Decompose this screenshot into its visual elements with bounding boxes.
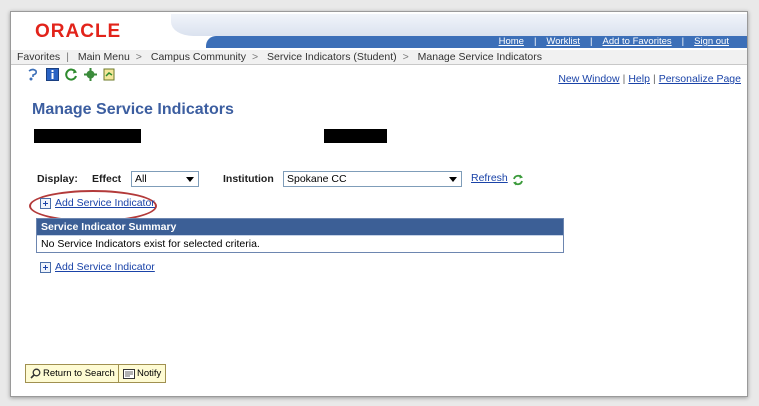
chevron-right-icon: > — [135, 51, 142, 63]
add-service-indicator-link[interactable]: Add Service Indicator — [55, 197, 155, 209]
plus-icon[interactable] — [40, 261, 51, 273]
grid-title: Service Indicator Summary — [37, 219, 563, 235]
divider: | — [622, 73, 626, 85]
filter-row: Display: Effect All Institution Spokane … — [11, 171, 747, 189]
home-link[interactable]: Home — [489, 36, 534, 48]
info-icon[interactable] — [46, 68, 59, 81]
help-link[interactable]: Help — [628, 73, 650, 85]
return-to-search-label: Return to Search — [43, 368, 115, 379]
add-service-indicator-top[interactable]: Add Service Indicator — [40, 197, 155, 209]
header-swoosh — [171, 14, 747, 36]
top-nav-bar: Home | Worklist | Add to Favorites | Sig… — [206, 36, 747, 48]
notify-icon — [123, 368, 135, 379]
report-icon[interactable] — [103, 68, 116, 81]
worklist-link[interactable]: Worklist — [536, 36, 590, 48]
refresh-icon[interactable] — [512, 174, 524, 186]
institution-select[interactable]: Spokane CC — [283, 171, 462, 187]
personalize-page-link[interactable]: Personalize Page — [659, 73, 741, 85]
breadcrumb-current-page: Manage Service Indicators — [417, 51, 542, 63]
refresh-icon[interactable] — [65, 68, 78, 81]
notify-label: Notify — [137, 368, 162, 379]
chevron-down-icon — [186, 177, 194, 182]
add-to-favorites-link[interactable]: Add to Favorites — [592, 36, 681, 48]
chevron-right-icon: > — [402, 51, 409, 63]
plus-icon[interactable] — [40, 197, 51, 209]
oracle-logo: ORACLE — [35, 21, 122, 42]
header: ORACLE Home | Worklist | Add to Favorite… — [11, 12, 747, 50]
breadcrumb-campus-community[interactable]: Campus Community — [151, 51, 246, 63]
breadcrumb-favorites[interactable]: Favorites — [17, 51, 60, 63]
divider: | — [66, 51, 69, 63]
redacted-id — [324, 129, 387, 143]
breadcrumb: Favorites | Main Menu > Campus Community > … — [11, 50, 747, 65]
service-indicator-grid: Service Indicator Summary No Service Ind… — [36, 218, 564, 253]
redacted-name — [34, 129, 141, 143]
institution-label: Institution — [223, 173, 274, 185]
effect-select-value: All — [135, 173, 147, 185]
return-to-search-button[interactable]: Return to Search — [25, 364, 120, 383]
display-label: Display: — [37, 173, 78, 185]
notify-button[interactable]: Notify — [118, 364, 167, 383]
gear-icon[interactable] — [84, 68, 97, 81]
page-links: New Window | Help | Personalize Page — [558, 73, 741, 85]
help-icon[interactable] — [27, 68, 40, 81]
toolbar-icons — [27, 68, 116, 81]
divider: | — [652, 73, 656, 85]
refresh-link[interactable]: Refresh — [471, 172, 508, 184]
institution-select-value: Spokane CC — [287, 173, 347, 185]
effect-label: Effect — [92, 173, 122, 185]
chevron-right-icon: > — [251, 51, 259, 63]
breadcrumb-service-indicators[interactable]: Service Indicators (Student) — [267, 51, 397, 63]
add-service-indicator-link[interactable]: Add Service Indicator — [55, 261, 155, 273]
search-icon — [30, 368, 41, 379]
grid-empty-message: No Service Indicators exist for selected… — [37, 235, 563, 252]
new-window-link[interactable]: New Window — [558, 73, 619, 85]
chevron-down-icon — [449, 177, 457, 182]
browser-window: ORACLE Home | Worklist | Add to Favorite… — [10, 11, 748, 397]
add-service-indicator-bottom[interactable]: Add Service Indicator — [40, 261, 155, 273]
breadcrumb-main-menu[interactable]: Main Menu — [78, 51, 130, 63]
page-title: Manage Service Indicators — [32, 101, 234, 118]
effect-select[interactable]: All — [131, 171, 199, 187]
sign-out-link[interactable]: Sign out — [684, 36, 739, 48]
